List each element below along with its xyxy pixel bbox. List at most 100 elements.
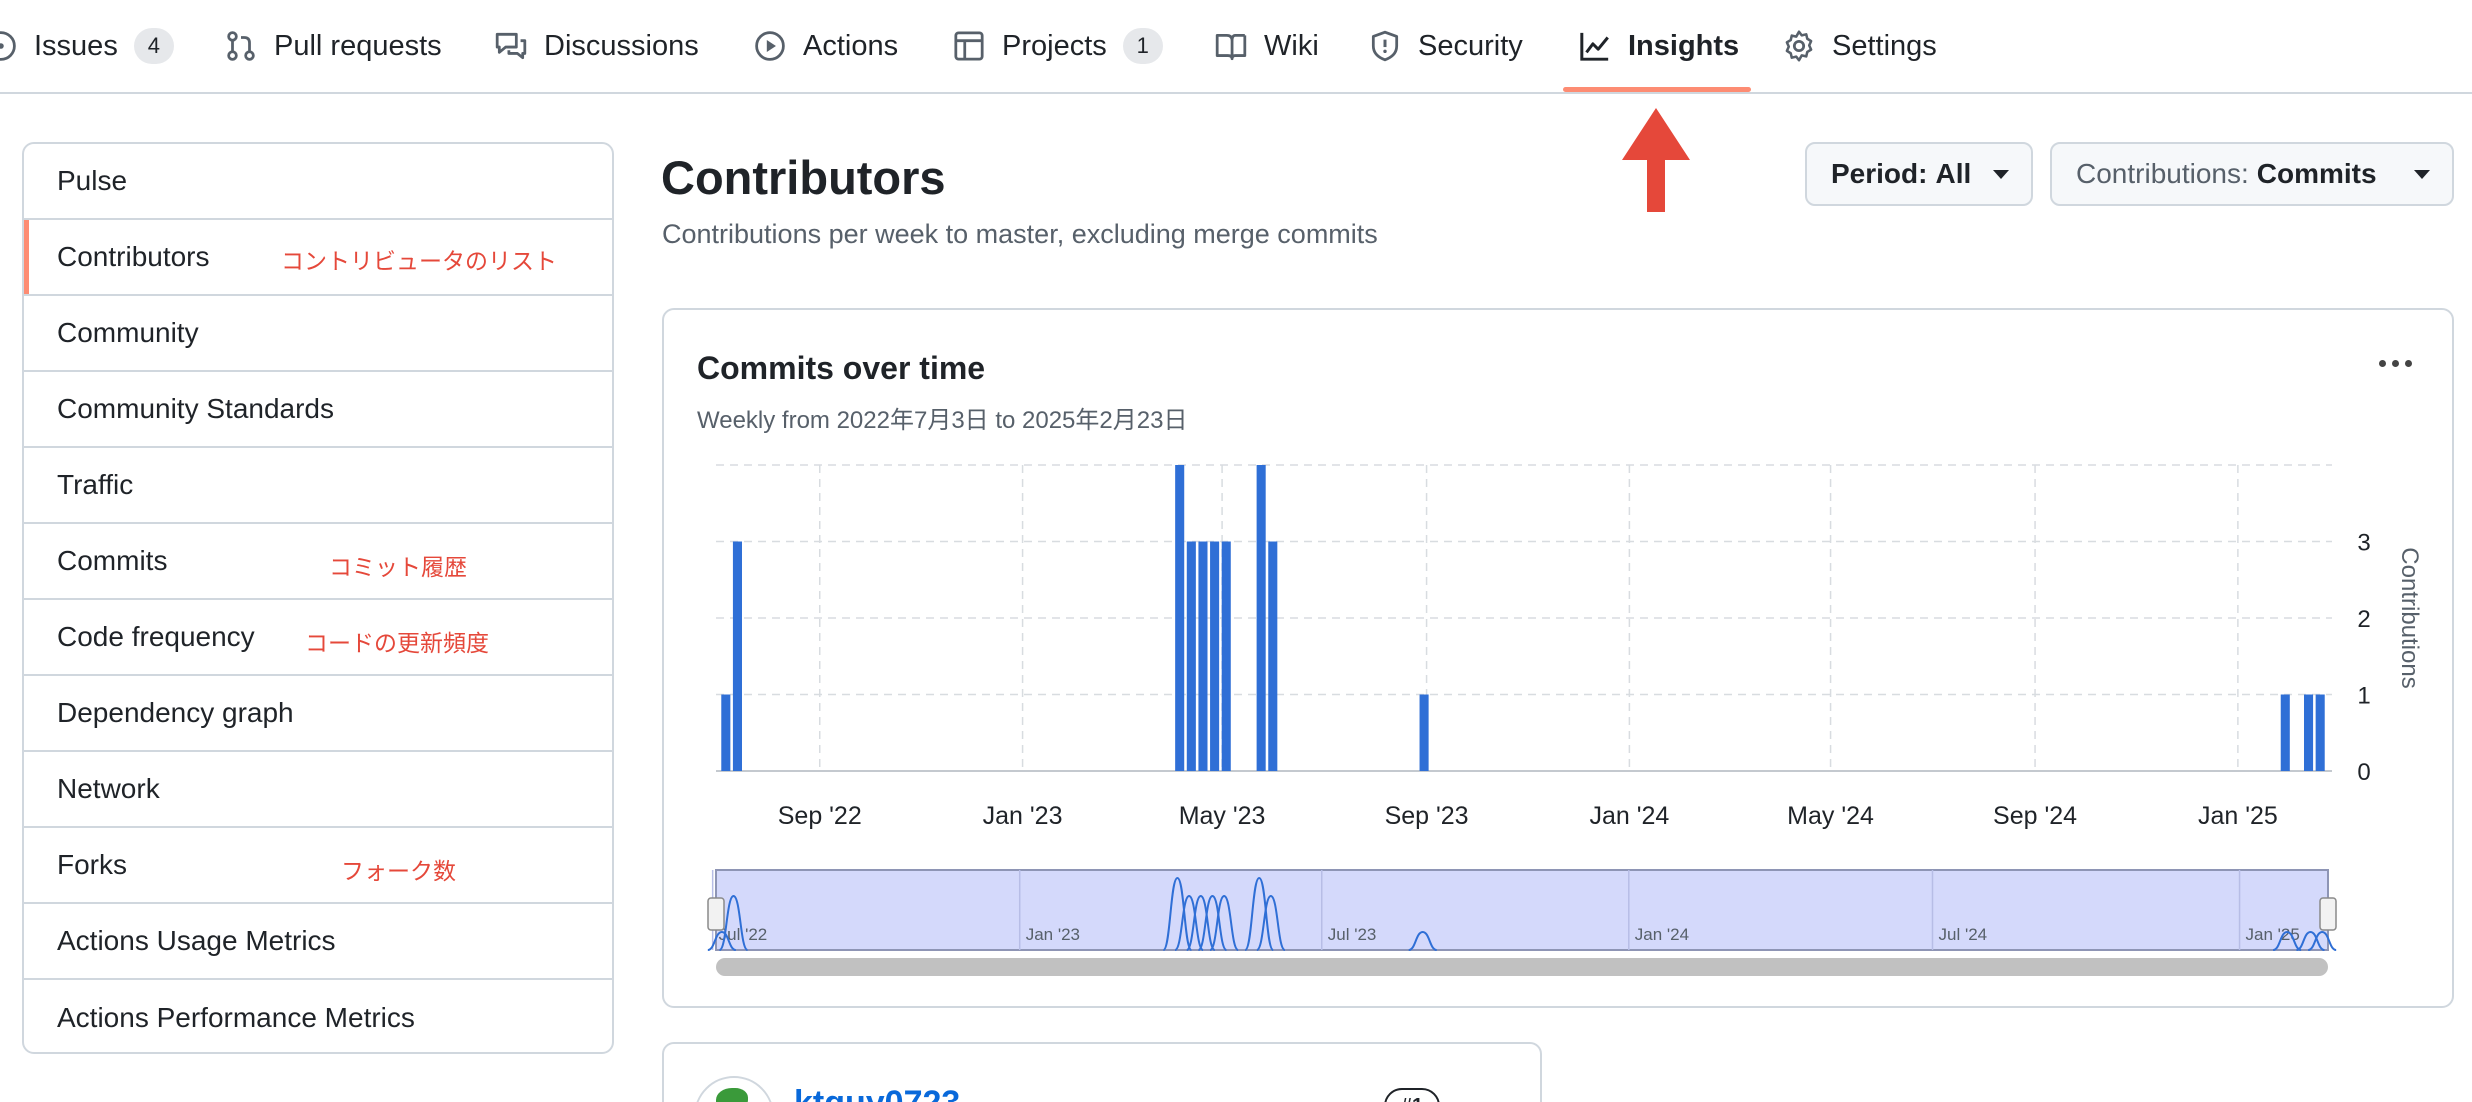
avatar[interactable]	[694, 1076, 774, 1102]
sidebar-item-dependency-graph[interactable]: Dependency graph	[24, 676, 612, 752]
y-tick-label: 3	[2357, 530, 2370, 557]
x-tick-label: Sep '24	[1993, 802, 2077, 830]
nav-discussions[interactable]: Discussions	[494, 0, 699, 92]
y-tick-label: 0	[2357, 759, 2370, 786]
sidebar-item-label: Code frequency	[57, 621, 255, 652]
nav-wiki[interactable]: Wiki	[1214, 0, 1319, 92]
nav-insights[interactable]: Insights	[1578, 0, 1739, 92]
x-tick-label: Sep '22	[778, 802, 862, 830]
navigator-handle	[707, 897, 725, 931]
pull-request-icon	[224, 29, 258, 63]
nav-security-label: Security	[1418, 29, 1523, 62]
commits-chart: Sep '22 Jan '23 May '23 Sep '23 Jan '24 May '…	[707, 464, 2423, 976]
scrollbar[interactable]	[716, 958, 2328, 976]
nav-security[interactable]: Security	[1368, 0, 1523, 92]
play-icon	[753, 29, 787, 63]
y-tick-label: 1	[2357, 683, 2370, 710]
chart-bar	[1175, 465, 1185, 771]
sidebar-item-traffic[interactable]: Traffic	[24, 448, 612, 524]
chart-bar	[2280, 694, 2290, 771]
period-dropdown[interactable]: Period: All	[1805, 142, 2033, 206]
nav-discussions-label: Discussions	[544, 29, 699, 62]
chart-bar	[2304, 694, 2314, 771]
navigator-tick-label: Jan '23	[1026, 925, 1080, 944]
chart-bar	[1186, 541, 1196, 771]
period-label: Period:	[1831, 158, 1928, 189]
chart-bar	[1268, 541, 1278, 771]
sidebar-item-actions-performance-metrics[interactable]: Actions Performance Metrics	[24, 980, 612, 1052]
sidebar-item-label: Actions Usage Metrics	[57, 925, 336, 956]
nav-insights-label: Insights	[1628, 29, 1740, 62]
sidebar-item-pulse[interactable]: Pulse	[24, 144, 612, 220]
sidebar-item-label: Pulse	[57, 165, 128, 196]
x-tick-label: May '24	[1787, 802, 1874, 830]
nav-wiki-label: Wiki	[1264, 29, 1319, 62]
insights-sidebar: Pulse Contributors コントリビュータのリスト Community…	[22, 142, 614, 1054]
sidebar-item-label: Forks	[57, 849, 127, 880]
chevron-down-icon	[2414, 170, 2430, 179]
annotation-arrow	[1622, 108, 1690, 212]
y-tick-label: 2	[2357, 606, 2370, 633]
rank-badge: #1	[1384, 1088, 1440, 1102]
x-tick-label: Sep '23	[1385, 802, 1469, 830]
annotation-note: フォーク数	[341, 858, 456, 884]
sidebar-item-label: Network	[57, 773, 160, 804]
nav-projects[interactable]: Projects 1	[952, 0, 1163, 92]
contributor-name[interactable]: ktguy0723	[794, 1084, 960, 1102]
book-icon	[1214, 29, 1248, 63]
sidebar-item-code-frequency[interactable]: Code frequency コードの更新頻度	[24, 600, 612, 676]
shield-icon	[1368, 29, 1402, 63]
nav-issues-label: Issues	[34, 29, 118, 62]
nav-pull-requests[interactable]: Pull requests	[224, 0, 442, 92]
sidebar-item-label: Community Standards	[57, 393, 335, 424]
chart-bar	[1210, 541, 1220, 771]
navigator-tick-label: Jul '23	[1328, 925, 1377, 944]
sidebar-item-label: Contributors	[57, 241, 210, 272]
navigator-tick-label: Jul '24	[1939, 925, 1988, 944]
x-tick-label: May '23	[1179, 802, 1266, 830]
contributor-card: ktguy0723 #1	[662, 1042, 1542, 1102]
navigator-handle	[2319, 897, 2337, 931]
chevron-down-icon	[1993, 170, 2009, 179]
issues-count-badge: 4	[133, 28, 174, 64]
contributions-dropdown[interactable]: Contributions: Commits	[2050, 142, 2454, 206]
sidebar-item-community[interactable]: Community	[24, 296, 612, 372]
navigator-tick-label: Jan '24	[1635, 925, 1689, 944]
x-tick-label: Jan '25	[2198, 802, 2278, 830]
annotation-note: コードの更新頻度	[305, 630, 489, 656]
chart-bar	[721, 694, 731, 771]
nav-issues[interactable]: Issues 4	[0, 0, 174, 92]
period-value: All	[1935, 158, 1972, 189]
sidebar-item-community-standards[interactable]: Community Standards	[24, 372, 612, 448]
gear-icon	[1782, 29, 1816, 63]
page-subtitle: Contributions per week to master, exclud…	[662, 219, 1378, 249]
graph-icon	[1578, 29, 1612, 63]
sidebar-item-forks[interactable]: Forks フォーク数	[24, 828, 612, 904]
range-navigator	[715, 869, 2329, 951]
x-tick-label: Jan '24	[1589, 802, 1669, 830]
sidebar-item-label: Community	[57, 317, 199, 348]
chart-bar	[732, 541, 742, 771]
nav-actions[interactable]: Actions	[753, 0, 898, 92]
sidebar-item-commits[interactable]: Commits コミット履歴	[24, 524, 612, 600]
repo-nav: Issues 4 Pull requests Discussions Actio…	[0, 0, 2472, 94]
sidebar-item-label: Traffic	[57, 469, 134, 500]
issue-icon	[0, 29, 18, 63]
nav-actions-label: Actions	[803, 29, 899, 62]
chart-bar	[1419, 694, 1429, 771]
annotation-note: コミット履歴	[329, 554, 467, 580]
sidebar-item-contributors[interactable]: Contributors コントリビュータのリスト	[24, 220, 612, 296]
projects-count-badge: 1	[1122, 28, 1163, 64]
sidebar-item-network[interactable]: Network	[24, 752, 612, 828]
nav-pull-requests-label: Pull requests	[274, 29, 442, 62]
contributions-label: Contributions:	[2076, 158, 2249, 189]
y-axis-label: Contributions	[2396, 547, 2423, 688]
nav-settings[interactable]: Settings	[1782, 0, 1937, 92]
annotation-note: コントリビュータのリスト	[281, 248, 557, 274]
table-icon	[952, 29, 986, 63]
chart-bar	[1221, 541, 1231, 771]
sidebar-item-actions-usage-metrics[interactable]: Actions Usage Metrics	[24, 904, 612, 980]
sidebar-item-label: Dependency graph	[57, 697, 294, 728]
chart-bar	[2315, 694, 2325, 771]
chart-bar	[1198, 541, 1208, 771]
